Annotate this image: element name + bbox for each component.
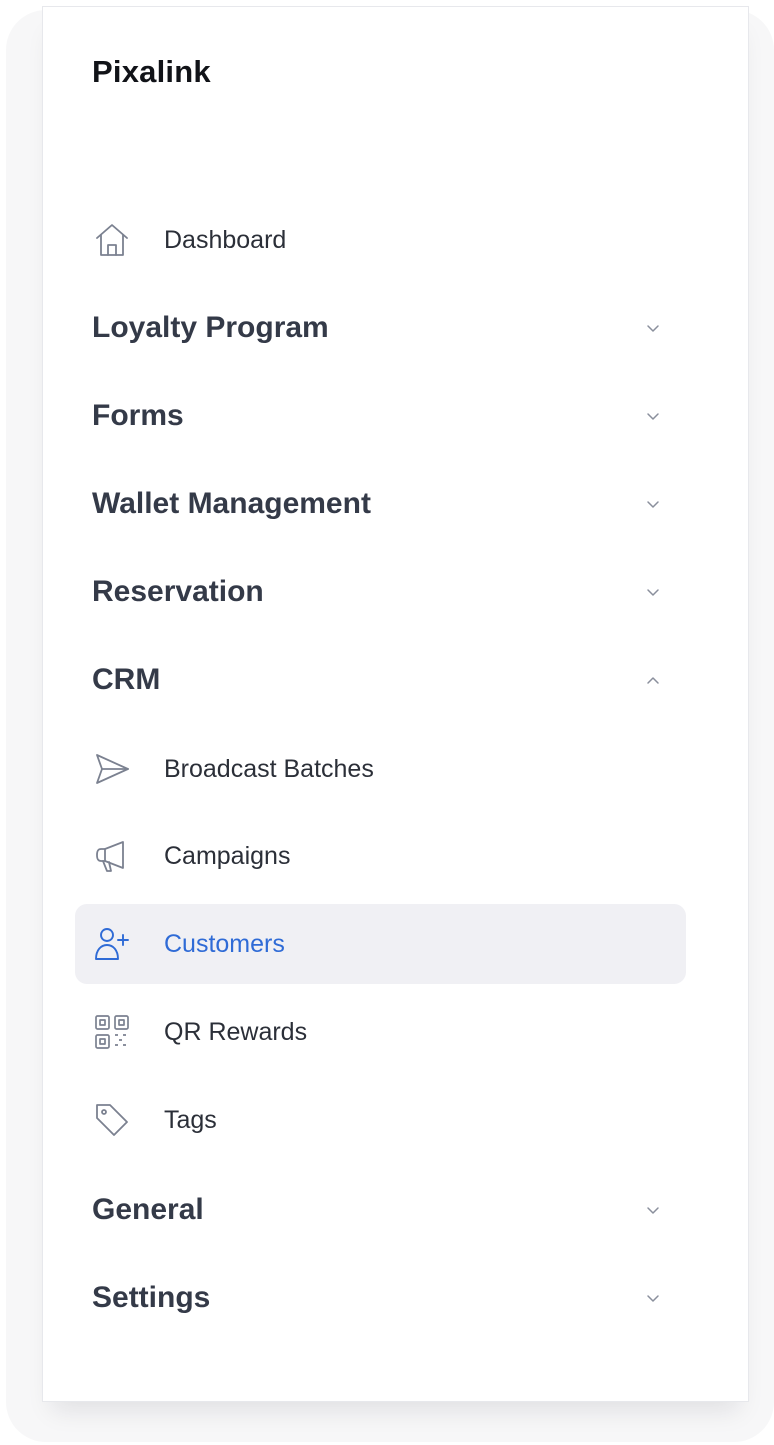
- nav-section-forms[interactable]: Forms: [75, 376, 686, 456]
- nav-item-dashboard[interactable]: Dashboard: [75, 200, 686, 280]
- nav-item-broadcast-batches[interactable]: Broadcast Batches: [75, 729, 686, 809]
- nav-label-dashboard: Dashboard: [164, 225, 287, 254]
- section-label-general: General: [92, 1193, 204, 1226]
- chevron-down-icon: [643, 497, 663, 511]
- section-label-crm: CRM: [92, 663, 161, 696]
- nav-section-settings[interactable]: Settings: [75, 1258, 686, 1338]
- nav-section-loyalty-program[interactable]: Loyalty Program: [75, 288, 686, 368]
- chevron-down-icon: [643, 409, 663, 423]
- send-icon: [93, 750, 131, 788]
- section-label-forms: Forms: [92, 399, 184, 432]
- nav-label-campaigns: Campaigns: [164, 841, 291, 870]
- nav-item-campaigns[interactable]: Campaigns: [75, 816, 686, 896]
- section-label-settings: Settings: [92, 1281, 211, 1314]
- nav-label-customers: Customers: [164, 929, 285, 958]
- chevron-up-icon: [643, 673, 663, 687]
- chevron-down-icon: [643, 321, 663, 335]
- nav-label-qr-rewards: QR Rewards: [164, 1017, 308, 1046]
- chevron-down-icon: [643, 1203, 663, 1217]
- chevron-down-icon: [643, 585, 663, 599]
- chevron-down-icon: [643, 1291, 663, 1305]
- nav-label-tags: Tags: [164, 1105, 217, 1134]
- nav-section-general[interactable]: General: [75, 1170, 686, 1250]
- nav-item-customers[interactable]: Customers: [75, 904, 686, 984]
- home-icon: [93, 221, 131, 259]
- nav-item-qr-rewards[interactable]: QR Rewards: [75, 992, 686, 1072]
- nav-item-tags[interactable]: Tags: [75, 1080, 686, 1160]
- megaphone-icon: [93, 837, 131, 875]
- user-plus-icon: [93, 925, 131, 963]
- qr-code-icon: [93, 1013, 131, 1051]
- section-label-reservation: Reservation: [92, 575, 264, 608]
- section-label-wallet-management: Wallet Management: [92, 487, 371, 520]
- nav-label-broadcast-batches: Broadcast Batches: [164, 754, 374, 783]
- tag-icon: [93, 1101, 131, 1139]
- nav-section-crm[interactable]: CRM: [75, 640, 686, 720]
- nav-section-wallet-management[interactable]: Wallet Management: [75, 464, 686, 544]
- nav-section-reservation[interactable]: Reservation: [75, 552, 686, 632]
- section-label-loyalty-program: Loyalty Program: [92, 311, 329, 344]
- brand-title: Pixalink: [92, 54, 211, 89]
